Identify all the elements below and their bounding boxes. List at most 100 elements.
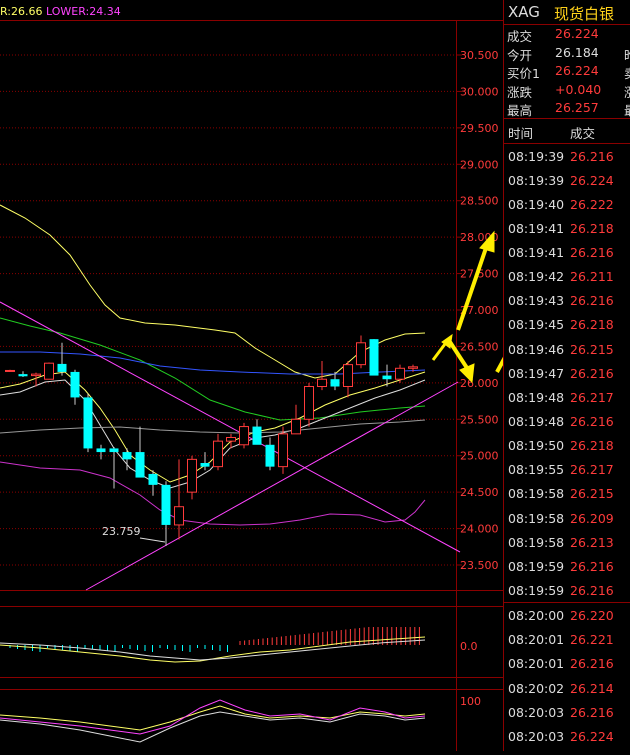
trade-price: 26.211 — [570, 269, 614, 285]
candle[interactable] — [5, 369, 15, 372]
trades-header-price: 成交 — [570, 125, 596, 141]
trade-row: 08:19:59 26.216 — [504, 578, 630, 602]
trade-time: 08:19:48 — [508, 389, 565, 405]
symbol-code: XAG — [508, 3, 540, 21]
trade-time: 08:20:02 — [508, 680, 565, 696]
quote-header: XAG 现货白银 — [504, 0, 630, 25]
trade-row: 08:19:46 26.215 — [504, 337, 630, 361]
candle[interactable] — [239, 422, 249, 449]
candle-body — [265, 444, 275, 467]
price-axis-label: 28.500 — [460, 195, 499, 208]
candle-body — [408, 366, 418, 369]
trade-price: 26.220 — [570, 608, 614, 624]
quote-extra: 卖 — [624, 63, 630, 82]
trade-time: 08:19:41 — [508, 245, 565, 261]
trade-time: 08:20:01 — [508, 632, 565, 648]
candle-body — [200, 463, 210, 467]
trade-time: 08:19:59 — [508, 558, 565, 574]
trade-price: 26.216 — [570, 704, 614, 720]
candle-body — [382, 375, 392, 380]
candle-body — [148, 473, 158, 485]
candle[interactable] — [83, 393, 93, 453]
trade-row: 08:20:02 26.214 — [504, 676, 630, 700]
candle-body — [239, 426, 249, 446]
candle-body — [44, 362, 54, 380]
trade-time: 08:19:47 — [508, 365, 565, 381]
trade-price: 26.221 — [570, 632, 614, 648]
candle-body — [31, 373, 41, 377]
trade-price: 26.215 — [570, 341, 614, 357]
price-axis-label: 25.000 — [460, 450, 499, 463]
candle-body — [5, 369, 15, 372]
low-annotation-label: 23.759 — [102, 525, 141, 538]
trade-price: 26.213 — [570, 534, 614, 550]
candle-body — [187, 458, 197, 493]
kline-chart-area[interactable]: R:26.66 LOWER:24.34 30.500 30.000 29.500 29… — [0, 0, 543, 751]
quote-value: 26.224 — [555, 63, 599, 78]
price-axis-label: 23.500 — [460, 559, 499, 572]
quote-value: 26.224 — [555, 26, 599, 41]
candle-body — [57, 363, 67, 372]
macd-axis-label: 0.0 — [460, 640, 478, 653]
trade-row: 08:19:45 26.218 — [504, 312, 630, 336]
trade-price: 26.216 — [570, 583, 614, 599]
trade-row: 08:19:40 26.222 — [504, 192, 630, 216]
trade-row: 08:19:58 26.215 — [504, 481, 630, 505]
trade-row: 08:19:43 26.216 — [504, 288, 630, 312]
trade-time: 08:19:58 — [508, 534, 565, 550]
trade-row: 08:19:59 26.216 — [504, 554, 630, 578]
trade-time: 08:19:59 — [508, 583, 565, 599]
trade-price: 26.218 — [570, 317, 614, 333]
trade-time: 08:19:40 — [508, 196, 565, 212]
quote-key: 买价1 — [507, 66, 540, 81]
candle-body — [304, 386, 314, 420]
trade-time: 08:19:50 — [508, 438, 565, 454]
trade-row: 08:19:42 26.211 — [504, 264, 630, 288]
trade-row: 08:20:01 26.216 — [504, 651, 630, 675]
trade-list-a: 08:19:39 26.216 08:19:39 26.224 08:19:40 26.2… — [504, 144, 630, 603]
price-axis-label: 30.500 — [460, 49, 499, 62]
trade-row: 08:19:39 26.224 — [504, 168, 630, 192]
trade-row: 08:20:01 26.221 — [504, 627, 630, 651]
trade-time: 08:19:42 — [508, 269, 565, 285]
boll-lower-legend: LOWER:24.34 — [46, 5, 121, 18]
trade-price: 26.209 — [570, 510, 614, 526]
candle-body — [226, 437, 236, 442]
trade-price: 26.216 — [570, 245, 614, 261]
trades-header-time: 时间 — [508, 125, 534, 141]
trade-time: 08:19:58 — [508, 510, 565, 526]
quote-key: 最高 — [507, 103, 533, 118]
candle[interactable] — [278, 426, 288, 474]
candle-body — [83, 397, 93, 449]
symbol-name: 现货白银 — [554, 5, 615, 23]
trade-time: 08:19:48 — [508, 414, 565, 430]
candle-body — [18, 374, 28, 377]
trade-row: 08:20:03 26.224 — [504, 724, 630, 748]
trade-row: 08:19:55 26.217 — [504, 457, 630, 481]
trade-price: 26.217 — [570, 389, 614, 405]
price-axis-label: 29.500 — [460, 122, 499, 135]
price-axis-label: 24.000 — [460, 523, 499, 536]
trade-price: 26.215 — [570, 486, 614, 502]
trade-time: 08:19:55 — [508, 462, 565, 478]
candle-body — [96, 448, 106, 453]
candle-body — [161, 484, 171, 525]
trade-time: 08:20:03 — [508, 728, 565, 744]
trade-row: 08:20:00 26.220 — [504, 603, 630, 627]
trade-row: 08:19:48 26.217 — [504, 385, 630, 409]
trade-price: 26.216 — [570, 414, 614, 430]
candle-body — [291, 418, 301, 435]
candle-body — [343, 364, 353, 387]
candle[interactable] — [369, 339, 379, 376]
quote-row: 最高 26.257 最 — [504, 99, 630, 118]
quote-value: +0.040 — [555, 81, 602, 97]
kline-chart-svg[interactable]: R:26.66 LOWER:24.34 30.500 30.000 29.500 29… — [0, 0, 543, 751]
candle-body — [122, 452, 132, 460]
candle-body — [278, 433, 288, 468]
price-axis-label: 26.500 — [460, 340, 499, 353]
candle-body — [70, 371, 80, 398]
trade-row: 08:19:47 26.216 — [504, 361, 630, 385]
trade-price: 26.216 — [570, 365, 614, 381]
candle[interactable] — [44, 362, 54, 380]
trade-price: 26.216 — [570, 656, 614, 672]
